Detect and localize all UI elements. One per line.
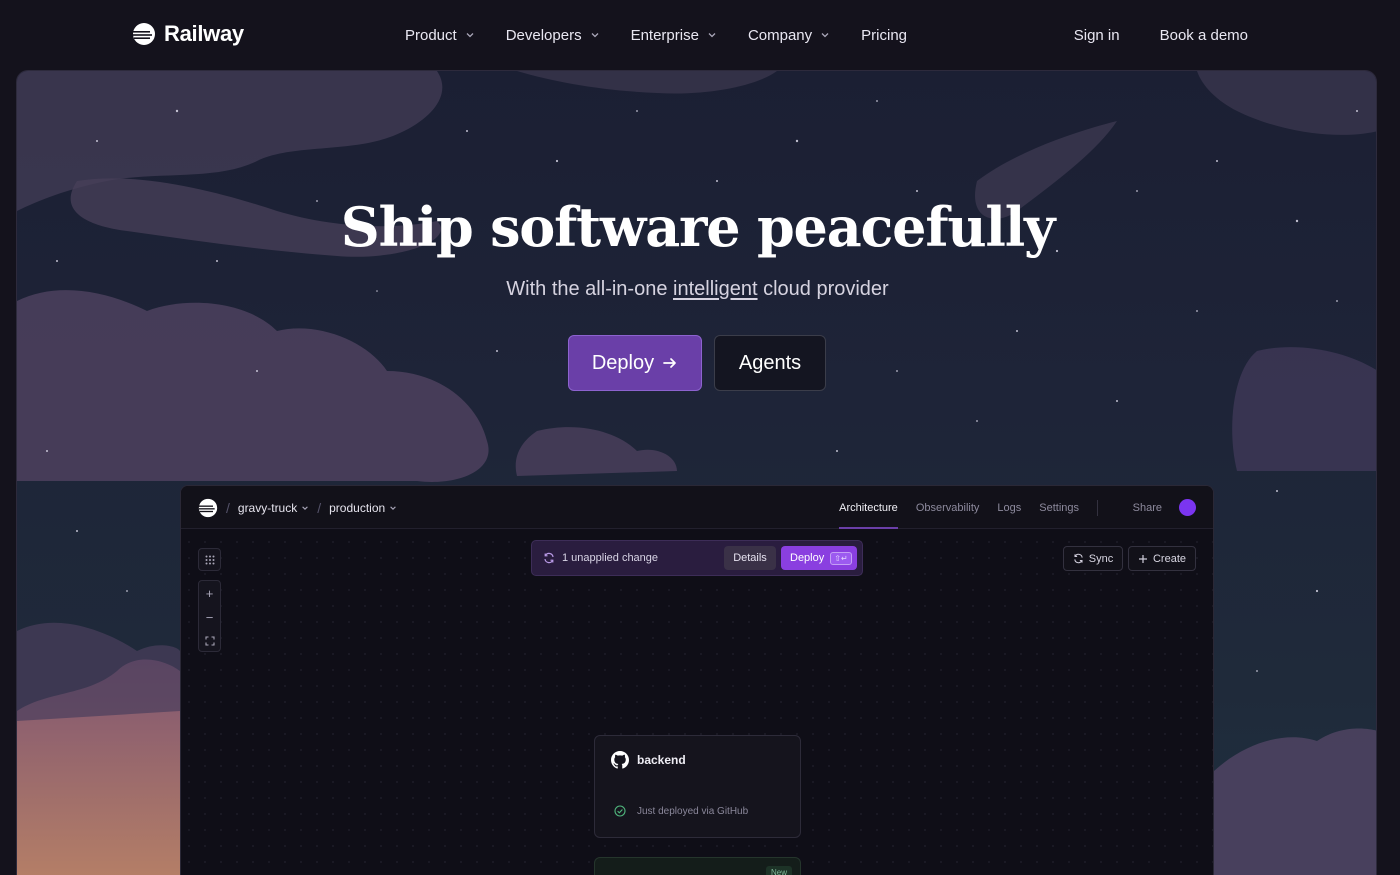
- details-button[interactable]: Details: [724, 546, 776, 570]
- plus-icon: [1138, 554, 1147, 563]
- arrow-right-icon: [663, 358, 676, 368]
- sync-button[interactable]: Sync: [1063, 546, 1123, 571]
- project-name: gravy-truck: [237, 500, 298, 515]
- subtitle-text-end: cloud provider: [757, 278, 889, 300]
- deploy-button-label: Deploy: [591, 351, 655, 374]
- app-preview-window: / gravy-truck / production Architecture …: [180, 485, 1214, 875]
- top-navigation: Railway Product Developers Enterprise Co…: [0, 0, 1400, 70]
- project-selector[interactable]: gravy-truck: [238, 501, 309, 515]
- breadcrumb-separator: /: [226, 499, 230, 516]
- nav-item-label: Pricing: [861, 26, 908, 44]
- nav-menu: Product Developers Enterprise Company Pr…: [405, 0, 938, 70]
- tab-logs[interactable]: Logs: [997, 486, 1021, 529]
- avatar[interactable]: [1179, 499, 1196, 516]
- breadcrumb: / gravy-truck / production: [226, 486, 397, 529]
- railway-logo-icon: [133, 23, 155, 45]
- grid-dots-icon: [205, 555, 214, 564]
- nav-item-enterprise[interactable]: Enterprise: [631, 27, 717, 44]
- environment-name: production: [329, 500, 386, 515]
- service-name: backend: [637, 753, 686, 767]
- unapplied-change-count: 1 unapplied change: [562, 552, 659, 564]
- sign-in-link[interactable]: Sign in: [1074, 27, 1120, 44]
- nav-item-company[interactable]: Company: [748, 27, 830, 44]
- railway-logo-icon[interactable]: [198, 498, 218, 518]
- nav-item-pricing[interactable]: Pricing: [861, 27, 907, 44]
- chevron-down-icon: [591, 33, 599, 38]
- railway-logo[interactable]: Railway: [132, 21, 244, 47]
- book-demo-link[interactable]: Book a demo: [1160, 27, 1248, 44]
- fit-view-button[interactable]: [199, 629, 220, 653]
- hero-title: Ship software peacefully: [340, 195, 1056, 259]
- deployment-status: Just deployed via GitHub: [637, 806, 749, 817]
- service-card-secondary[interactable]: New: [594, 857, 801, 875]
- hero-subtitle: With the all-in-one intelligent cloud pr…: [17, 278, 1376, 301]
- subtitle-text: With the all-in-one: [506, 278, 674, 300]
- refresh-icon: [544, 552, 554, 564]
- tab-settings[interactable]: Settings: [1039, 486, 1079, 529]
- hero-cta-row: Deploy Agents: [568, 335, 826, 391]
- zoom-controls: + −: [198, 580, 221, 652]
- new-badge: New: [765, 866, 792, 875]
- tab-divider: [1097, 499, 1098, 516]
- grid-toggle-button[interactable]: [198, 548, 221, 571]
- agents-button[interactable]: Agents: [714, 335, 826, 391]
- chevron-down-icon: [390, 505, 396, 510]
- nav-item-label: Developers: [505, 26, 582, 44]
- tab-observability[interactable]: Observability: [916, 486, 980, 529]
- check-circle-icon: [614, 805, 626, 817]
- nav-item-label: Company: [747, 26, 813, 44]
- brand-name: Railway: [164, 21, 244, 46]
- nav-actions: Sign in Book a demo: [1074, 0, 1248, 70]
- chevron-down-icon: [466, 33, 474, 38]
- apply-deploy-label: Deploy: [790, 552, 825, 564]
- app-tabs: Architecture Observability Logs Settings: [839, 486, 1098, 529]
- nav-item-developers[interactable]: Developers: [506, 27, 600, 44]
- expand-icon: [204, 636, 215, 646]
- breadcrumb-separator: /: [317, 499, 322, 516]
- service-card-backend[interactable]: backend Just deployed via GitHub: [594, 735, 801, 838]
- apply-deploy-button[interactable]: Deploy ⇧↵: [781, 546, 857, 570]
- create-label: Create: [1152, 552, 1187, 565]
- share-button[interactable]: Share: [1133, 486, 1162, 529]
- agents-button-label: Agents: [738, 351, 802, 374]
- tab-architecture[interactable]: Architecture: [839, 486, 898, 529]
- app-header: / gravy-truck / production Architecture …: [181, 486, 1213, 529]
- sync-icon: [1074, 553, 1083, 564]
- sync-label: Sync: [1088, 552, 1114, 565]
- github-icon: [611, 751, 629, 769]
- keyboard-shortcut-badge: ⇧↵: [830, 551, 852, 565]
- chevron-down-icon: [708, 33, 716, 38]
- nav-item-label: Product: [405, 26, 457, 44]
- zoom-out-button[interactable]: −: [199, 605, 220, 629]
- create-button[interactable]: Create: [1128, 546, 1196, 571]
- deploy-button[interactable]: Deploy: [568, 335, 702, 391]
- nav-item-product[interactable]: Product: [405, 27, 475, 44]
- subtitle-emphasis: intelligent: [673, 278, 758, 300]
- unapplied-changes-bar: 1 unapplied change Details Deploy ⇧↵: [531, 540, 863, 576]
- zoom-in-button[interactable]: +: [199, 581, 220, 605]
- environment-selector[interactable]: production: [329, 501, 397, 515]
- chevron-down-icon: [821, 33, 829, 38]
- chevron-down-icon: [302, 505, 309, 510]
- nav-item-label: Enterprise: [630, 26, 699, 44]
- hero-section: Ship software peacefully With the all-in…: [16, 70, 1377, 875]
